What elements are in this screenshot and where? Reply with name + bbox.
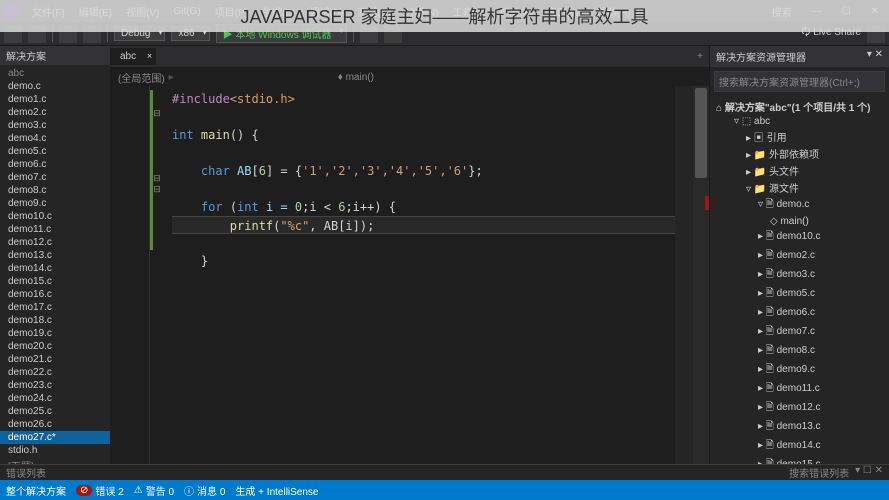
file-item[interactable]: demo1.c: [0, 93, 110, 106]
status-errors[interactable]: ⊘ 错误 2: [76, 483, 124, 498]
panel-pin-icon[interactable]: ▾ ✕: [867, 49, 883, 64]
file-item[interactable]: demo16.c: [0, 288, 110, 301]
source-file[interactable]: ▸ 🗎 demo10.c: [710, 228, 889, 247]
file-item[interactable]: demo17.c: [0, 301, 110, 314]
editor-tab-abc[interactable]: abc×: [110, 48, 157, 65]
source-file[interactable]: ▸ 🗎 demo14.c: [710, 437, 889, 456]
file-item[interactable]: demo21.c: [0, 353, 110, 366]
status-build[interactable]: 生成 + IntelliSense: [235, 483, 318, 498]
file-item[interactable]: demo20.c: [0, 340, 110, 353]
project-node[interactable]: ▿ ⬚ abc: [710, 115, 889, 128]
editor-tab-bar: abc× +: [110, 46, 709, 68]
breadcrumb[interactable]: (全局范围) ▸ ♦ main(): [110, 68, 709, 86]
file-section-header: [无题]: [0, 457, 110, 464]
file-item[interactable]: demo8.c: [0, 184, 110, 197]
overlay-watermark-title: JAVAPARSER 家庭主妇——解析字符串的高效工具: [0, 0, 889, 32]
file-item[interactable]: demo22.c: [0, 366, 110, 379]
source-file[interactable]: ▸ 🗎 demo8.c: [710, 342, 889, 361]
source-file[interactable]: ▸ 🗎 demo12.c: [710, 399, 889, 418]
solution-tree[interactable]: ⌂ 解决方案"abc"(1 个项目/共 1 个)▿ ⬚ abc▸ ▣ 引用▸ 📁…: [710, 96, 889, 464]
file-item[interactable]: demo24.c: [0, 392, 110, 405]
source-file[interactable]: ▸ 🗎 demo3.c: [710, 266, 889, 285]
source-file[interactable]: ▸ 🗎 demo7.c: [710, 323, 889, 342]
folder-sources[interactable]: ▿ 📁 源文件: [710, 179, 889, 196]
file-item[interactable]: demo23.c: [0, 379, 110, 392]
file-item[interactable]: demo10.c: [0, 210, 110, 223]
solution-search-input[interactable]: 搜索解决方案资源管理器(Ctrl+;): [714, 71, 885, 92]
error-list-tab[interactable]: 错误列表: [6, 465, 46, 480]
file-item[interactable]: demo14.c: [0, 262, 110, 275]
fold-indicator-bar[interactable]: ⊟ ⊟ ⊟: [150, 86, 164, 464]
error-list-search[interactable]: 搜索错误列表: [789, 465, 849, 480]
file-item[interactable]: demo19.c: [0, 327, 110, 340]
tab-close-icon[interactable]: ×: [147, 51, 152, 61]
file-item[interactable]: demo4.c: [0, 132, 110, 145]
file-item[interactable]: demo9.c: [0, 197, 110, 210]
file-item[interactable]: demo11.c: [0, 223, 110, 236]
source-file[interactable]: ▸ 🗎 demo5.c: [710, 285, 889, 304]
source-file[interactable]: ▸ 🗎 demo11.c: [710, 380, 889, 399]
file-item[interactable]: demo26.c: [0, 418, 110, 431]
status-messages[interactable]: ⓘ 消息 0: [184, 483, 225, 498]
editor-area: abc× + (全局范围) ▸ ♦ main() ⊟ ⊟ ⊟ #include<…: [110, 46, 709, 464]
code-content[interactable]: #include<stdio.h> int main() { char AB[6…: [164, 86, 675, 464]
folder-refs[interactable]: ▸ ▣ 引用: [710, 128, 889, 145]
func-node[interactable]: ◇ main(): [710, 215, 889, 228]
editor-vscrollbar[interactable]: [693, 86, 709, 464]
breadcrumb-scope[interactable]: (全局范围): [118, 70, 165, 85]
breadcrumb-func[interactable]: ♦ main(): [338, 72, 374, 83]
file-item[interactable]: demo12.c: [0, 236, 110, 249]
source-file[interactable]: ▸ 🗎 demo15.c: [710, 456, 889, 464]
source-file[interactable]: ▿ 🗎 demo.c: [710, 196, 889, 215]
left-sidebar: 解决方案 abcdemo.cdemo1.cdemo2.cdemo3.cdemo4…: [0, 46, 110, 464]
source-file[interactable]: ▸ 🗎 demo9.c: [710, 361, 889, 380]
minimap[interactable]: [675, 86, 693, 464]
source-file[interactable]: ▸ 🗎 demo13.c: [710, 418, 889, 437]
file-item[interactable]: demo3.c: [0, 119, 110, 132]
file-item[interactable]: demo18.c: [0, 314, 110, 327]
file-item[interactable]: demo6.c: [0, 158, 110, 171]
file-item[interactable]: demo27.c*: [0, 431, 110, 444]
source-file[interactable]: ▸ 🗎 demo2.c: [710, 247, 889, 266]
source-file[interactable]: ▸ 🗎 demo6.c: [710, 304, 889, 323]
solution-explorer: 解决方案资源管理器 ▾ ✕ 搜索解决方案资源管理器(Ctrl+;) ⌂ 解决方案…: [709, 46, 889, 464]
file-item[interactable]: demo.c: [0, 80, 110, 93]
code-editor[interactable]: ⊟ ⊟ ⊟ #include<stdio.h> int main() { cha…: [110, 86, 709, 464]
status-bar: 整个解决方案 ⊘ 错误 2 ⚠ 警告 0 ⓘ 消息 0 生成 + Intelli…: [0, 480, 889, 500]
file-item[interactable]: stdio.h: [0, 444, 110, 457]
folder-headers[interactable]: ▸ 📁 头文件: [710, 162, 889, 179]
file-item[interactable]: demo7.c: [0, 171, 110, 184]
status-warnings[interactable]: ⚠ 警告 0: [134, 483, 174, 498]
tab-add-icon[interactable]: +: [691, 51, 709, 62]
folder-external[interactable]: ▸ 📁 外部依赖项: [710, 145, 889, 162]
file-item[interactable]: demo15.c: [0, 275, 110, 288]
file-item[interactable]: demo13.c: [0, 249, 110, 262]
file-list[interactable]: abcdemo.cdemo1.cdemo2.cdemo3.cdemo4.cdem…: [0, 65, 110, 464]
file-item[interactable]: demo25.c: [0, 405, 110, 418]
status-scope[interactable]: 整个解决方案: [6, 483, 66, 498]
file-item[interactable]: demo2.c: [0, 106, 110, 119]
left-panel-title: 解决方案: [0, 46, 110, 65]
gutter: [110, 86, 150, 464]
error-marker-icon[interactable]: [705, 196, 709, 210]
file-item[interactable]: demo5.c: [0, 145, 110, 158]
solution-node[interactable]: ⌂ 解决方案"abc"(1 个项目/共 1 个): [710, 98, 889, 115]
bottom-output-panel: 错误列表 搜索错误列表 ▾ ☐ ✕: [0, 464, 889, 480]
file-item[interactable]: abc: [0, 67, 110, 80]
solution-explorer-title: 解决方案资源管理器: [716, 49, 806, 64]
panel-pin2-icon[interactable]: ▾ ☐ ✕: [855, 465, 883, 480]
